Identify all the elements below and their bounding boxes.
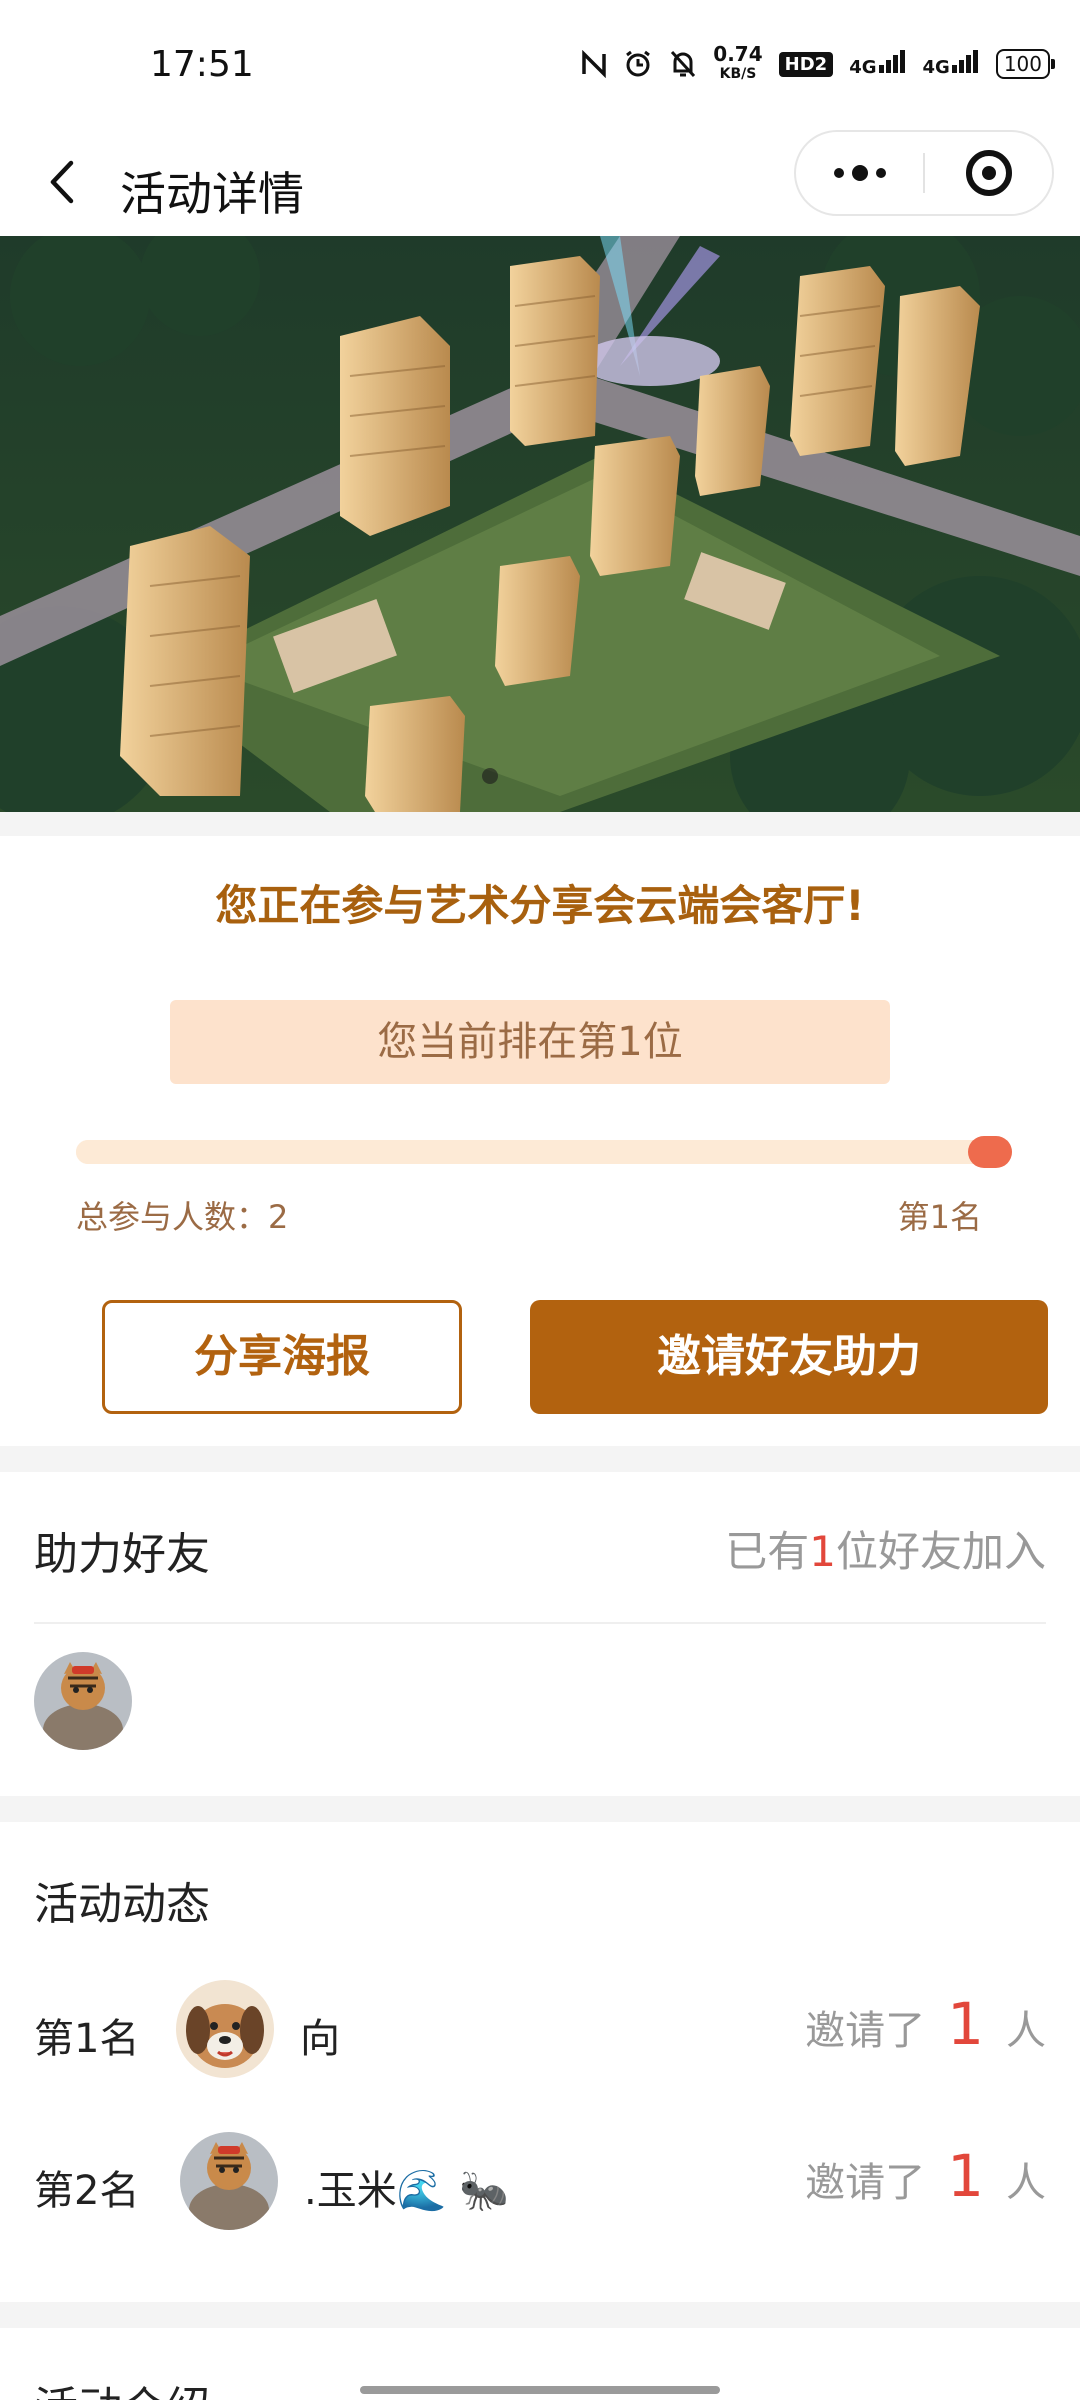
activity-feed-card: 活动动态 第1名 向 邀请了 1 人 第2名 .玉米🌊 🐜 邀请了 1 人 [0,1822,1080,2302]
signal-2: 4G [923,50,980,78]
leaderboard-avatar[interactable] [176,1980,274,2078]
mute-bell-icon [669,49,697,79]
status-bar: 17:51 0.74 KB/S HD2 4G 4G 100 [0,0,1080,130]
more-button[interactable] [796,132,923,214]
close-miniprogram-button[interactable] [925,132,1052,214]
leaderboard-row: 第1名 向 邀请了 1 人 [0,1976,1080,2086]
leaderboard-name: .玉米🌊 🐜 [304,2168,510,2214]
back-arrow-icon [50,160,74,204]
signal-1: 4G [849,50,906,78]
friends-count-number: 1 [809,1527,836,1576]
more-dots-icon [833,165,886,181]
leaderboard-avatar[interactable] [180,2132,278,2230]
city-render-illustration [0,236,1080,812]
invite-count-number: 1 [947,2142,984,2210]
invite-prefix: 邀请了 [805,2008,926,2054]
leaderboard-rank: 第1名 [34,2016,140,2062]
current-rank-pill: 您当前排在第1位 [170,1000,890,1084]
share-poster-button[interactable]: 分享海报 [102,1300,462,1414]
rank-card: 您正在参与艺术分享会云端会客厅! 您当前排在第1位 总参与人数：2 第1名 分享… [0,836,1080,1446]
nfc-icon [581,50,607,78]
leaderboard-row: 第2名 .玉米🌊 🐜 邀请了 1 人 [0,2128,1080,2238]
tiger-cat-avatar-icon [180,2132,278,2230]
status-time: 17:51 [150,44,254,85]
tiger-cat-avatar-icon [34,1652,132,1750]
helper-friends-card: 助力好友 已有1位好友加入 [0,1472,1080,1796]
rank-progress-knob [968,1136,1012,1168]
friends-joined-count: 已有1位好友加入 [725,1518,1046,1579]
activity-headline: 您正在参与艺术分享会云端会客厅! [215,881,865,930]
nav-bar: 活动详情 [0,130,1080,236]
invite-unit: 人 [1006,2160,1046,2206]
rank-position-label: 第1名 [897,1198,982,1236]
network-speed: 0.74 KB/S [713,44,762,84]
invite-friends-button[interactable]: 邀请好友助力 [530,1300,1048,1414]
signal-bars-icon [878,50,907,78]
target-icon [965,150,1012,196]
speed-unit: KB/S [719,66,757,82]
activity-intro-title: 活动介绍 [34,2372,210,2400]
helper-friends-title: 助力好友 [34,1529,210,1580]
friend-avatar[interactable] [34,1652,132,1750]
leaderboard-name: 向 [300,2016,340,2062]
signal-bars-icon [951,50,980,78]
leaderboard-invite-count: 邀请了 1 人 [805,1990,1046,2058]
invite-unit: 人 [1006,2008,1046,2054]
mini-program-capsule [794,130,1054,216]
invite-prefix: 邀请了 [805,2160,926,2206]
page-title: 活动详情 [120,167,304,221]
leaderboard-invite-count: 邀请了 1 人 [805,2142,1046,2210]
signal-2-label: 4G [922,57,950,78]
hd-badge: HD2 [778,51,834,77]
back-button[interactable] [30,150,94,214]
alarm-icon [623,49,653,79]
speed-value: 0.74 [713,42,763,66]
activity-feed-title: 活动动态 [34,1879,210,1930]
home-indicator[interactable] [360,2386,720,2394]
section-divider [34,1622,1046,1624]
rank-progress-bar [76,1136,1012,1168]
dog-avatar-icon [176,1980,274,2078]
friends-count-prefix: 已有 [725,1527,810,1576]
banner-image[interactable] [0,236,1080,812]
leaderboard-rank: 第2名 [34,2168,140,2214]
status-icons: 0.74 KB/S HD2 4G 4G 100 [581,44,1056,84]
invite-count-number: 1 [947,1990,984,2058]
rank-progress-fill [76,1140,1012,1164]
battery-icon: 100 [995,49,1056,79]
signal-1-label: 4G [849,57,877,78]
friends-count-suffix: 位好友加入 [835,1527,1046,1576]
total-participants: 总参与人数：2 [76,1198,289,1236]
